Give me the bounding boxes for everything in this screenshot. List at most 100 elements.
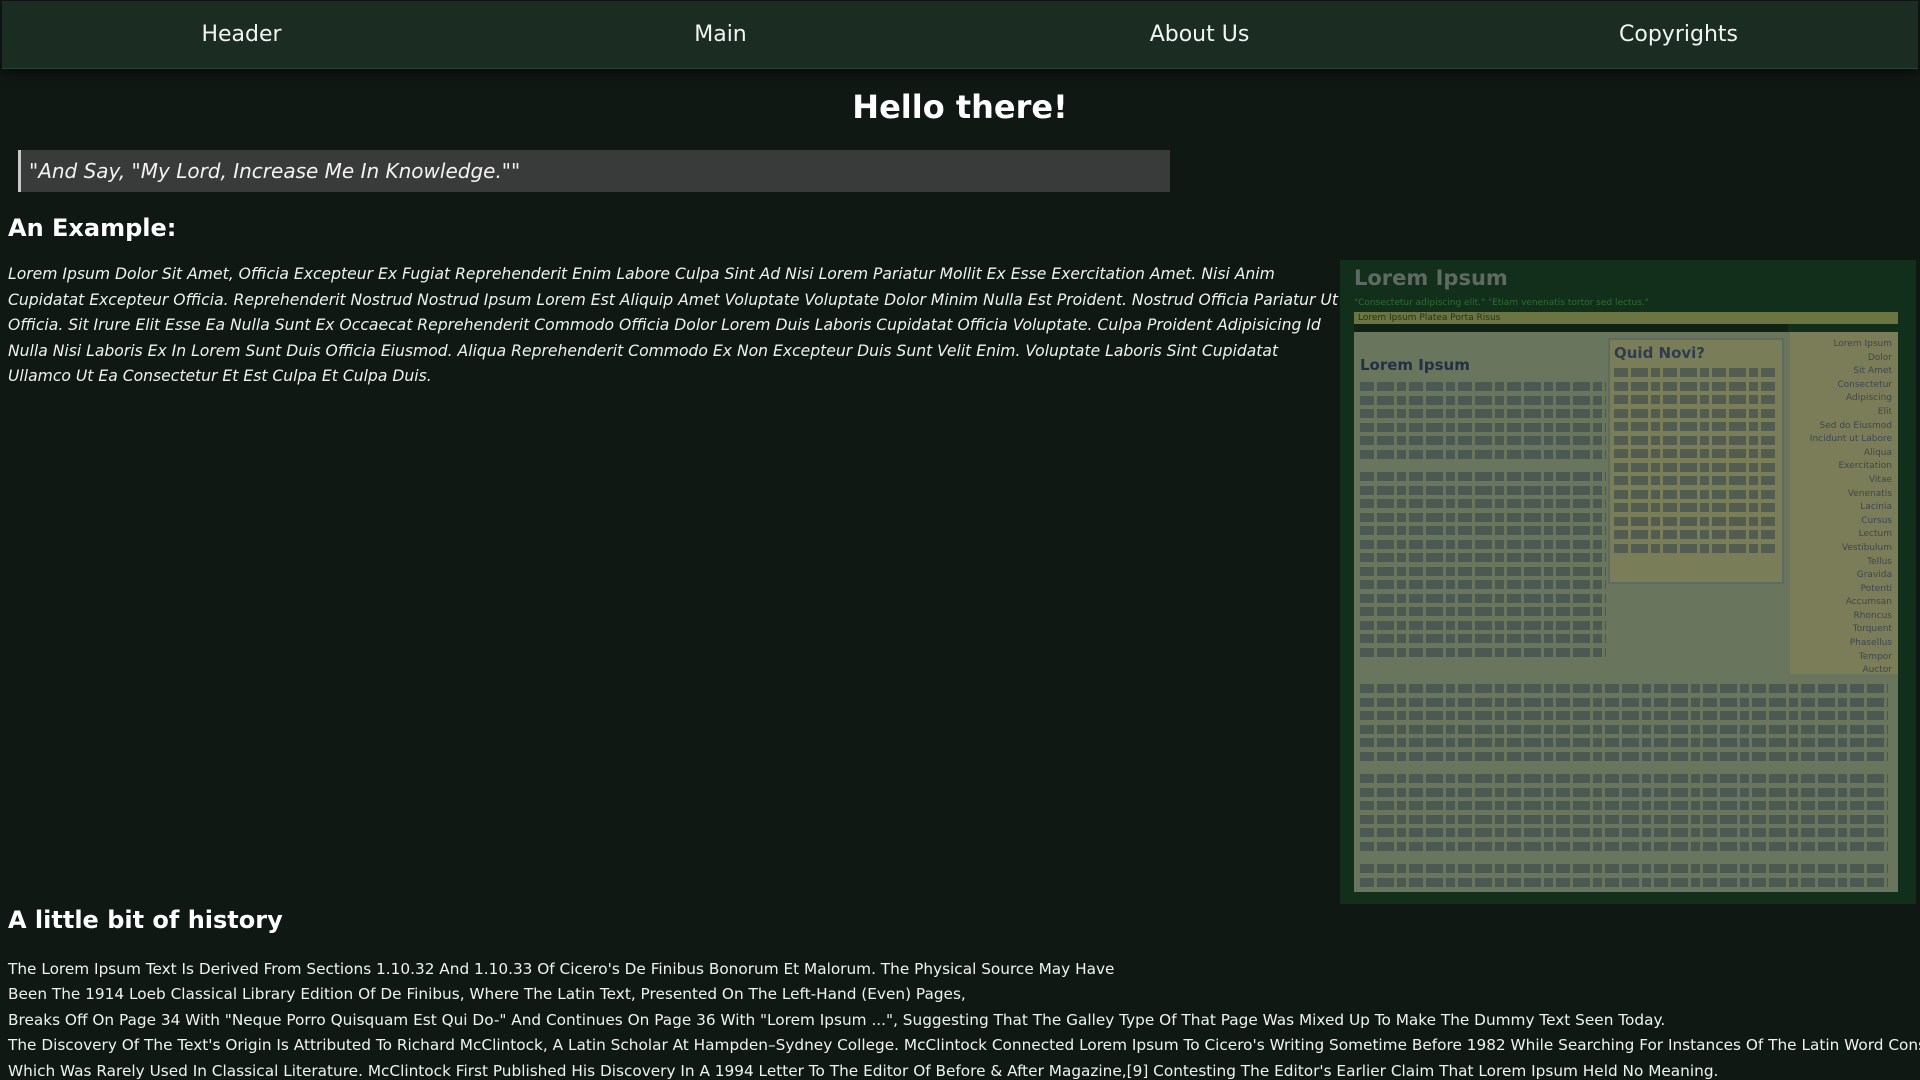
text-line xyxy=(1360,787,1888,797)
side-menu-item: Tellus xyxy=(1867,556,1892,567)
text-line xyxy=(1360,436,1606,445)
example-image-sidebox: Quid Novi? xyxy=(1608,338,1784,584)
text-line xyxy=(1360,814,1888,824)
history-line: Been The 1914 Loeb Classical Library Edi… xyxy=(8,985,966,1004)
text-line xyxy=(1614,503,1778,512)
nav-item-about-us[interactable]: About Us xyxy=(960,1,1439,69)
example-image: Lorem Ipsum "Consectetur adipiscing elit… xyxy=(1340,260,1916,904)
text-line xyxy=(1360,512,1606,522)
text-line xyxy=(1360,472,1606,481)
example-paragraph: Lorem Ipsum Dolor Sit Amet, Officia Exce… xyxy=(8,265,1338,385)
history-line: The Discovery Of The Text's Origin Is At… xyxy=(8,1036,1920,1055)
example-image-heading: Lorem Ipsum xyxy=(1360,356,1470,374)
text-line xyxy=(1360,877,1888,887)
text-line xyxy=(1360,751,1888,761)
history-line: Breaks Off On Page 34 With "Neque Porro … xyxy=(8,1010,1666,1029)
side-menu-item: Dolor xyxy=(1867,352,1892,363)
text-line xyxy=(1614,449,1778,458)
text-line xyxy=(1614,476,1778,485)
text-line xyxy=(1360,449,1606,459)
text-line xyxy=(1360,422,1606,432)
side-menu-item: Lacinia xyxy=(1860,502,1892,513)
example-image-text-column xyxy=(1360,382,1606,661)
example-image-sidebox-text xyxy=(1614,368,1778,553)
example-image-side-menu: Lorem Ipsum Dolor Sit Amet Consectetur A… xyxy=(1790,332,1898,675)
text-line xyxy=(1360,526,1606,535)
text-line xyxy=(1614,381,1778,391)
top-navigation: Header Main About Us Copyrights xyxy=(2,1,1918,69)
quote-block: "And Say, "My Lord, Increase Me In Knowl… xyxy=(18,150,1170,192)
side-menu-item: Incidunt ut Labore xyxy=(1809,434,1892,445)
text-line xyxy=(1614,422,1778,431)
text-line xyxy=(1360,395,1606,405)
example-image-sidebox-title: Quid Novi? xyxy=(1614,344,1706,362)
side-menu-item: Accumsan xyxy=(1845,597,1892,608)
text-line xyxy=(1614,462,1778,472)
text-line xyxy=(1360,485,1606,495)
text-line xyxy=(1360,593,1606,603)
example-image-tagline: "Consectetur adipiscing elit." "Etiam ve… xyxy=(1354,298,1649,308)
example-heading: An Example: xyxy=(8,214,177,242)
text-line xyxy=(1360,684,1888,693)
text-line xyxy=(1360,647,1606,657)
text-line xyxy=(1614,368,1778,377)
example-image-wide-text xyxy=(1360,684,1888,891)
side-menu-item: Phasellus xyxy=(1849,638,1892,649)
nav-item-header[interactable]: Header xyxy=(2,1,481,69)
text-line xyxy=(1614,516,1778,526)
text-line xyxy=(1360,553,1606,562)
side-menu-item: Rhoncus xyxy=(1853,610,1892,621)
text-line xyxy=(1360,409,1606,418)
text-line xyxy=(1360,738,1888,747)
text-line xyxy=(1360,580,1606,589)
example-image-title: Lorem Ipsum xyxy=(1354,266,1508,290)
page-title: Hello there! xyxy=(852,88,1068,126)
side-menu-item: Elit xyxy=(1877,406,1892,417)
text-line xyxy=(1360,697,1888,707)
text-line xyxy=(1360,711,1888,720)
side-menu-item: Vitae xyxy=(1868,474,1892,485)
text-line xyxy=(1360,801,1888,810)
text-line xyxy=(1360,382,1606,391)
side-menu-item: Adipiscing xyxy=(1846,393,1892,404)
side-menu-item: Cursus xyxy=(1861,515,1892,526)
page: Header Main About Us Copyrights Hello th… xyxy=(0,0,1920,1080)
history-text: The Lorem Ipsum Text Is Derived From Sec… xyxy=(8,957,1920,1080)
side-menu-item: Aliqua xyxy=(1863,447,1892,458)
side-menu-item: Venenatis xyxy=(1847,488,1892,499)
history-heading: A little bit of history xyxy=(8,906,283,934)
side-menu-item: Torquent xyxy=(1852,624,1892,635)
side-menu-item: Gravida xyxy=(1856,570,1892,581)
text-line xyxy=(1614,530,1778,539)
text-line xyxy=(1614,489,1778,499)
side-menu-item: Vestibulum xyxy=(1841,542,1892,553)
nav-item-copyrights[interactable]: Copyrights xyxy=(1439,1,1918,69)
text-line xyxy=(1360,864,1888,873)
text-line xyxy=(1360,774,1888,783)
text-line xyxy=(1360,607,1606,616)
history-line: Which Was Rarely Used In Classical Liter… xyxy=(8,1061,1719,1080)
text-line xyxy=(1360,841,1888,851)
side-menu-item: Tempor xyxy=(1858,651,1892,662)
text-line xyxy=(1360,566,1606,576)
text-line xyxy=(1614,435,1778,445)
side-menu-item: Potenti xyxy=(1860,583,1892,594)
text-line xyxy=(1360,634,1606,643)
side-menu-item: Lectum xyxy=(1858,529,1892,540)
example-image-menubar: Lorem Ipsum Platea Porta Risus xyxy=(1354,312,1898,324)
text-line xyxy=(1614,395,1778,404)
text-line xyxy=(1360,539,1606,549)
side-menu-item: Exercitation xyxy=(1838,461,1892,472)
history-line: The Lorem Ipsum Text Is Derived From Sec… xyxy=(8,960,1115,978)
side-menu-item: Sed do Eiusmod xyxy=(1819,420,1892,431)
text-line xyxy=(1360,828,1888,837)
text-line xyxy=(1360,620,1606,630)
text-line xyxy=(1614,408,1778,418)
example-image-divider xyxy=(1354,324,1788,332)
text-line xyxy=(1360,499,1606,508)
text-line xyxy=(1614,543,1778,553)
nav-item-main[interactable]: Main xyxy=(481,1,960,69)
